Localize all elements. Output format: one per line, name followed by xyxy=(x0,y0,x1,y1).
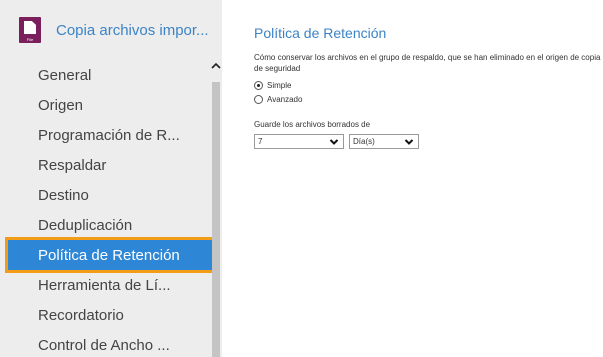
radio-avanzado[interactable]: Avanzado xyxy=(254,95,302,104)
sidebar-item-herramienta[interactable]: Herramienta de Lí... xyxy=(0,270,210,300)
radio-simple-label: Simple xyxy=(267,81,292,90)
radio-simple[interactable]: Simple xyxy=(254,81,291,90)
sidebar-menu: General Origen Programación de R... Resp… xyxy=(0,60,217,357)
sidebar: File Copia archivos impor... General Ori… xyxy=(0,0,222,357)
chevron-up-icon[interactable] xyxy=(210,60,222,76)
app-icon-tag: File xyxy=(26,37,34,42)
sidebar-item-politica-retencion[interactable]: Política de Retención xyxy=(5,237,217,273)
radio-avanzado-circle[interactable] xyxy=(254,95,263,104)
retention-unit-value: Día(s) xyxy=(353,137,375,146)
main-panel: Política de Retención Cómo conservar los… xyxy=(254,0,603,357)
sidebar-item-respaldar[interactable]: Respaldar xyxy=(0,150,210,180)
sidebar-item-general[interactable]: General xyxy=(0,60,210,90)
retention-unit-select[interactable]: Día(s) xyxy=(349,134,419,149)
sidebar-item-deduplicacion[interactable]: Deduplicación xyxy=(0,210,210,240)
sidebar-item-destino[interactable]: Destino xyxy=(0,180,210,210)
keep-deleted-label: Guarde los archivos borrados de xyxy=(254,120,371,129)
chevron-down-icon xyxy=(329,139,339,145)
sidebar-item-programacion[interactable]: Programación de R... xyxy=(0,120,210,150)
sidebar-item-control-ancho[interactable]: Control de Ancho ... xyxy=(0,330,210,357)
backup-set-title: Copia archivos impor... xyxy=(56,22,209,39)
radio-avanzado-label: Avanzado xyxy=(267,95,303,104)
sidebar-item-origen[interactable]: Origen xyxy=(0,90,210,120)
backup-document-icon: File xyxy=(19,17,41,43)
retention-number-select[interactable]: 7 xyxy=(254,134,344,149)
sidebar-item-recordatorio[interactable]: Recordatorio xyxy=(0,300,210,330)
sidebar-scrollbar[interactable] xyxy=(210,60,222,357)
chevron-down-icon xyxy=(404,139,414,145)
retention-description: Cómo conservar los archivos en el grupo … xyxy=(254,53,601,73)
page-title: Política de Retención xyxy=(254,25,387,41)
sidebar-header: File Copia archivos impor... xyxy=(0,0,222,60)
retention-number-value: 7 xyxy=(258,137,263,146)
radio-simple-circle[interactable] xyxy=(254,81,263,90)
scrollbar-thumb[interactable] xyxy=(212,82,220,357)
